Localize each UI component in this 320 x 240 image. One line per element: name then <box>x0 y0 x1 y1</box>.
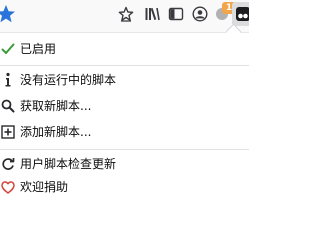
menu-item-donate[interactable]: 欢迎捐助 <box>0 175 249 199</box>
star-filled-icon <box>0 4 16 24</box>
browser-window: 1 已启用 没有运行中的脚本 获取新脚本... 添加新脚本... 用户脚本检查更… <box>0 0 249 210</box>
menu-item-label: 没有运行中的脚本 <box>20 73 117 87</box>
tampermonkey-icon <box>235 6 249 22</box>
refresh-icon <box>1 156 15 172</box>
sidebar-icon <box>168 6 184 22</box>
library-button[interactable] <box>140 2 164 26</box>
menu-item-label: 添加新脚本... <box>20 125 92 139</box>
info-icon <box>1 72 15 88</box>
menu-item-enabled[interactable]: 已启用 <box>0 37 249 61</box>
menu-item-no-running-scripts: 没有运行中的脚本 <box>0 68 249 92</box>
menu-item-label: 用户脚本检查更新 <box>20 157 117 171</box>
menu-separator <box>0 149 249 150</box>
bookmark-star-button[interactable] <box>114 2 138 26</box>
menu-separator <box>0 65 249 66</box>
star-icon <box>118 6 134 22</box>
browser-toolbar: 1 <box>0 0 249 33</box>
menu-item-get-new-scripts[interactable]: 获取新脚本... <box>0 94 249 118</box>
library-icon <box>144 6 160 22</box>
tampermonkey-button[interactable] <box>232 2 249 26</box>
add-square-icon <box>1 124 15 140</box>
menu-item-label: 获取新脚本... <box>20 99 92 113</box>
menu-item-label: 已启用 <box>20 42 57 56</box>
sidebar-button[interactable] <box>164 2 188 26</box>
extension-button[interactable]: 1 <box>210 2 236 26</box>
menu-item-label: 欢迎捐助 <box>20 180 69 194</box>
checkmark-icon <box>1 41 15 57</box>
page-action-star-button[interactable] <box>0 2 18 26</box>
menu-item-check-updates[interactable]: 用户脚本检查更新 <box>0 152 249 176</box>
account-button[interactable] <box>188 2 212 26</box>
menu-item-add-new-script[interactable]: 添加新脚本... <box>0 120 249 144</box>
search-icon <box>1 98 15 114</box>
heart-icon <box>1 179 15 195</box>
tampermonkey-menu: 已启用 没有运行中的脚本 获取新脚本... 添加新脚本... 用户脚本检查更新 … <box>0 33 249 210</box>
account-icon <box>192 6 208 22</box>
